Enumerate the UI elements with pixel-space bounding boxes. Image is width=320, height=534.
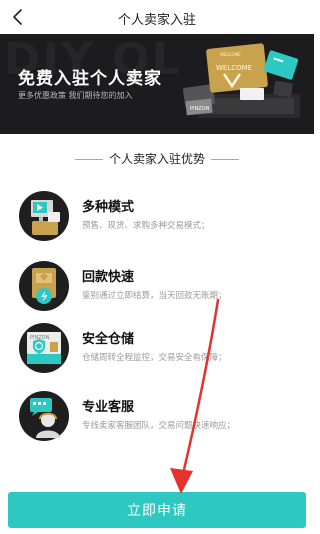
advantage-desc: 专线卖家客服团队，交易问题快速响应； [82, 421, 236, 431]
advantage-name: 回款快速 [82, 270, 135, 285]
advantages-section-title: 个人卖家入驻优势 [0, 150, 314, 167]
advantage-item-modes: 多种模式 预售、现货、求购多种交易模式； [18, 190, 308, 250]
shield-box-icon: PINZON [19, 323, 69, 373]
promo-banner: DIY OL 免费入驻个人卖家 更多优惠政策 我们期待您的加入 PINZON W… [0, 34, 314, 134]
apply-now-label: 立即申请 [127, 503, 187, 519]
page-title: 个人卖家入驻 [117, 13, 196, 28]
advantage-name: 多种模式 [82, 200, 135, 215]
payment-card-icon [19, 261, 69, 311]
title-divider-left [74, 159, 103, 160]
apply-now-button[interactable]: 立即申请 [8, 492, 306, 528]
advantage-item-payment: 回款快速 鉴别通过立即结算，当天回款无账期； [18, 260, 308, 320]
advantage-name: 安全仓储 [82, 332, 135, 347]
advantage-desc: 预售、现货、求购多种交易模式； [82, 221, 210, 231]
title-divider-right [211, 159, 239, 160]
advantage-item-service: 专业客服 专线卖家客服团队，交易问题快速响应； [18, 390, 308, 450]
monitor-cart-icon [19, 191, 69, 241]
advantage-desc: 鉴别通过立即结算，当天回款无账期； [82, 291, 227, 301]
svg-text:WELCOME: WELCOME [216, 64, 252, 72]
advantage-desc: 仓储周转全程监控，交易安全有保障； [82, 353, 227, 363]
advantage-item-storage: PINZON 安全仓储 仓储周转全程监控，交易安全有保障； [18, 322, 308, 382]
customer-service-icon [19, 391, 69, 441]
advantages-title-text: 个人卖家入驻优势 [108, 152, 205, 166]
welcome-card-illustration: PINZON WELCOME WELCOME [183, 43, 300, 118]
banner-subtitle: 更多优惠政策 我们期待您的加入 [18, 91, 133, 100]
nav-bar: 个人卖家入驻 [0, 0, 314, 34]
advantage-name: 专业客服 [82, 400, 135, 415]
svg-text:WELCOME: WELCOME [220, 52, 241, 57]
banner-headline: 免费入驻个人卖家 [18, 69, 162, 89]
svg-text:PINZON: PINZON [190, 106, 210, 112]
